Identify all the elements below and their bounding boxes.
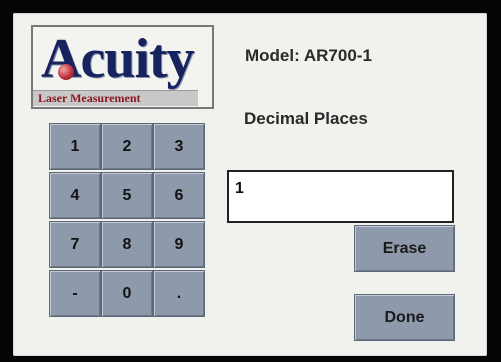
key-5[interactable]: 5 — [101, 172, 153, 219]
touch-screen: Acuity Laser Measurement Model: AR700-1 … — [13, 13, 487, 356]
erase-button[interactable]: Erase — [354, 225, 455, 272]
logo-laser-dot-icon — [58, 64, 74, 80]
acuity-logo: Acuity Laser Measurement — [31, 25, 214, 109]
field-label: Decimal Places — [244, 109, 368, 128]
done-button[interactable]: Done — [354, 294, 455, 341]
decimal-places-input[interactable]: 1 — [227, 170, 454, 223]
key-3[interactable]: 3 — [153, 123, 205, 170]
key-9[interactable]: 9 — [153, 221, 205, 268]
key-8[interactable]: 8 — [101, 221, 153, 268]
model-label: Model: AR700-1 — [245, 46, 372, 65]
key-0[interactable]: 0 — [101, 270, 153, 317]
key-6[interactable]: 6 — [153, 172, 205, 219]
key-minus[interactable]: - — [49, 270, 101, 317]
key-1[interactable]: 1 — [49, 123, 101, 170]
key-4[interactable]: 4 — [49, 172, 101, 219]
key-decimal-point[interactable]: . — [153, 270, 205, 317]
numeric-keypad: 1 2 3 4 5 6 7 8 9 - 0 . — [49, 123, 206, 319]
logo-brand-text: Acuity — [41, 28, 195, 90]
logo-tagline: Laser Measurement — [38, 91, 141, 105]
key-2[interactable]: 2 — [101, 123, 153, 170]
logo-tagline-bar: Laser Measurement — [33, 90, 198, 106]
key-7[interactable]: 7 — [49, 221, 101, 268]
